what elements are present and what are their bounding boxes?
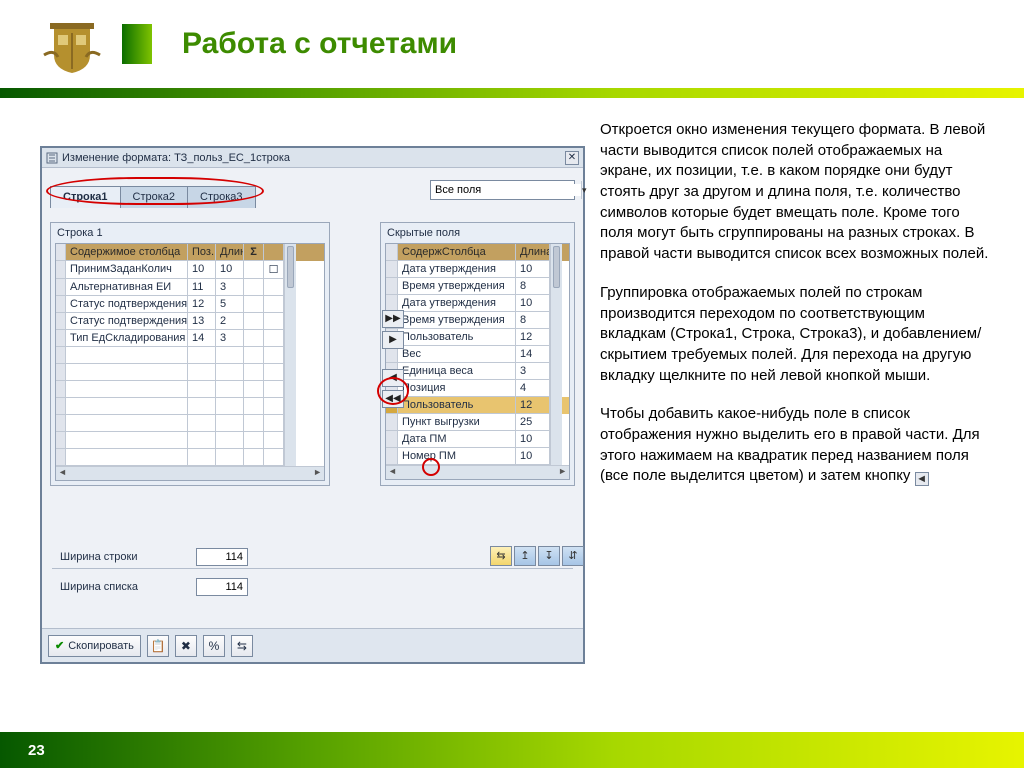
row-width-input[interactable] — [196, 548, 248, 566]
tab-row2[interactable]: Строка2 — [120, 186, 189, 208]
visible-fields-panel: Строка 1 Содержимое столбца Поз. Длина Σ… — [50, 222, 330, 486]
row-handle[interactable] — [56, 415, 66, 432]
hidden-panel-toolbar: ⇆ ↥ ↧ ⇵ — [490, 546, 584, 566]
left-scrollbar[interactable] — [284, 244, 296, 261]
row-handle[interactable] — [56, 313, 66, 330]
visible-fields-title: Строка 1 — [51, 223, 329, 243]
row-handle[interactable] — [386, 261, 398, 278]
row-handle[interactable] — [56, 449, 66, 466]
row-handle[interactable] — [386, 414, 398, 431]
all-fields-combo[interactable]: ▾ — [430, 180, 575, 200]
row-handle[interactable] — [56, 364, 66, 381]
table-row[interactable]: Дата утверждения10 — [386, 295, 569, 312]
table-row[interactable]: ... — [56, 415, 324, 432]
table-row[interactable]: Пользователь12 — [386, 329, 569, 346]
inline-move-left-icon: ◄ — [915, 472, 929, 486]
move-up-icon[interactable]: ↥ — [514, 546, 536, 566]
row-width-label: Ширина строки — [60, 551, 190, 563]
row-handle[interactable] — [56, 330, 66, 347]
window-button-bar: ✔ Скопировать 📋 ✖ % ⇆ — [42, 628, 583, 662]
table-row[interactable]: ПринимЗаданКолич1010☐ — [56, 261, 324, 279]
move-down-icon[interactable]: ↧ — [538, 546, 560, 566]
move-left-button[interactable]: ◀ — [382, 369, 404, 387]
page-title: Работа с отчетами — [182, 27, 457, 61]
table-row[interactable]: Позиция4 — [386, 380, 569, 397]
table-row[interactable]: ... — [56, 449, 324, 466]
table-row[interactable]: Время утверждения8 — [386, 312, 569, 329]
table-row[interactable]: Альтернативная ЕИ113 — [56, 279, 324, 296]
visible-fields-header: Содержимое столбца Поз. Длина Σ — [56, 244, 324, 261]
table-row[interactable]: Единица веса3 — [386, 363, 569, 380]
window-close-button[interactable]: ✕ — [565, 151, 579, 165]
delete-icon-button[interactable]: ✖ — [175, 635, 197, 657]
list-width-label: Ширина списка — [60, 581, 190, 593]
dropdown-icon[interactable]: ▾ — [581, 181, 587, 199]
table-row[interactable]: Номер ПМ10 — [386, 448, 569, 465]
header-stripe — [0, 88, 1024, 98]
all-fields-input[interactable] — [431, 184, 581, 196]
clipboard-icon-button[interactable]: 📋 — [147, 635, 169, 657]
table-row[interactable]: Тип ЕдСкладирования143 — [56, 330, 324, 347]
row-handle[interactable] — [56, 347, 66, 364]
right-h-scroll[interactable] — [386, 465, 569, 479]
desc-p2: Группировка отображаемых полей по строка… — [600, 283, 995, 386]
swap-icon-button[interactable]: ⇆ — [231, 635, 253, 657]
row-handle[interactable] — [56, 398, 66, 415]
right-scrollbar[interactable] — [550, 244, 562, 261]
page-number: 23 — [28, 742, 45, 759]
description-text: Откроется окно изменения текущего формат… — [600, 120, 995, 505]
move-right-button[interactable]: ▶ — [382, 331, 404, 349]
table-row[interactable]: Время утверждения8 — [386, 278, 569, 295]
row-handle[interactable] — [386, 448, 398, 465]
brand-square — [122, 24, 152, 64]
move-all-left-button[interactable]: ◀◀ — [382, 390, 404, 408]
divider — [52, 568, 573, 569]
tab-row1[interactable]: Строка1 — [50, 186, 121, 208]
sort-icon[interactable]: ⇆ — [490, 546, 512, 566]
table-row[interactable]: Статус подтверждения132 — [56, 313, 324, 330]
table-row[interactable]: ... — [56, 398, 324, 415]
list-width-input[interactable] — [196, 578, 248, 596]
copy-button[interactable]: ✔ Скопировать — [48, 635, 141, 657]
window-icon — [46, 152, 58, 164]
crest-logo — [40, 15, 104, 73]
row-tabs: Строка1 Строка2 Строка3 ▾ — [50, 180, 575, 208]
hidden-fields-panel: Скрытые поля СодержСтолбца Длина Дата ут… — [380, 222, 575, 486]
desc-p1: Откроется окно изменения текущего формат… — [600, 120, 995, 265]
row-handle[interactable] — [56, 381, 66, 398]
hidden-fields-header: СодержСтолбца Длина — [386, 244, 569, 261]
table-row[interactable]: ... — [56, 364, 324, 381]
desc-p3: Чтобы добавить какое-нибудь поле в списо… — [600, 404, 995, 487]
table-row[interactable]: Пользователь12 — [386, 397, 569, 414]
format-editor-window: Изменение формата: ТЗ_польз_ЕС_1строка ✕… — [40, 146, 585, 664]
row-handle[interactable] — [56, 296, 66, 313]
swap-icon[interactable]: ⇵ — [562, 546, 584, 566]
row-handle[interactable] — [56, 261, 66, 279]
window-title: Изменение формата: ТЗ_польз_ЕС_1строка — [62, 152, 565, 164]
table-row[interactable]: ... — [56, 432, 324, 449]
table-row[interactable]: ... — [56, 381, 324, 398]
table-row[interactable]: ... — [56, 347, 324, 364]
percent-icon-button[interactable]: % — [203, 635, 225, 657]
hidden-fields-title: Скрытые поля — [381, 223, 574, 243]
move-all-right-button[interactable]: ▶▶ — [382, 310, 404, 328]
table-row[interactable]: Пункт выгрузки25 — [386, 414, 569, 431]
table-row[interactable]: Статус подтверждения Отгр125 — [56, 296, 324, 313]
sigma-icon: Σ — [250, 246, 257, 258]
shuttle-buttons: ▶▶ ▶ ◀ ◀◀ — [382, 310, 404, 408]
row-handle[interactable] — [386, 431, 398, 448]
row-handle[interactable] — [386, 278, 398, 295]
slide-footer: 23 — [0, 732, 1024, 768]
row-handle[interactable] — [56, 279, 66, 296]
row-handle[interactable] — [56, 432, 66, 449]
table-row[interactable]: Дата утверждения10 — [386, 261, 569, 278]
left-h-scroll[interactable] — [56, 466, 324, 480]
table-row[interactable]: Вес14 — [386, 346, 569, 363]
check-icon: ✔ — [55, 639, 64, 652]
tab-row3[interactable]: Строка3 — [187, 186, 256, 208]
table-row[interactable]: Дата ПМ10 — [386, 431, 569, 448]
